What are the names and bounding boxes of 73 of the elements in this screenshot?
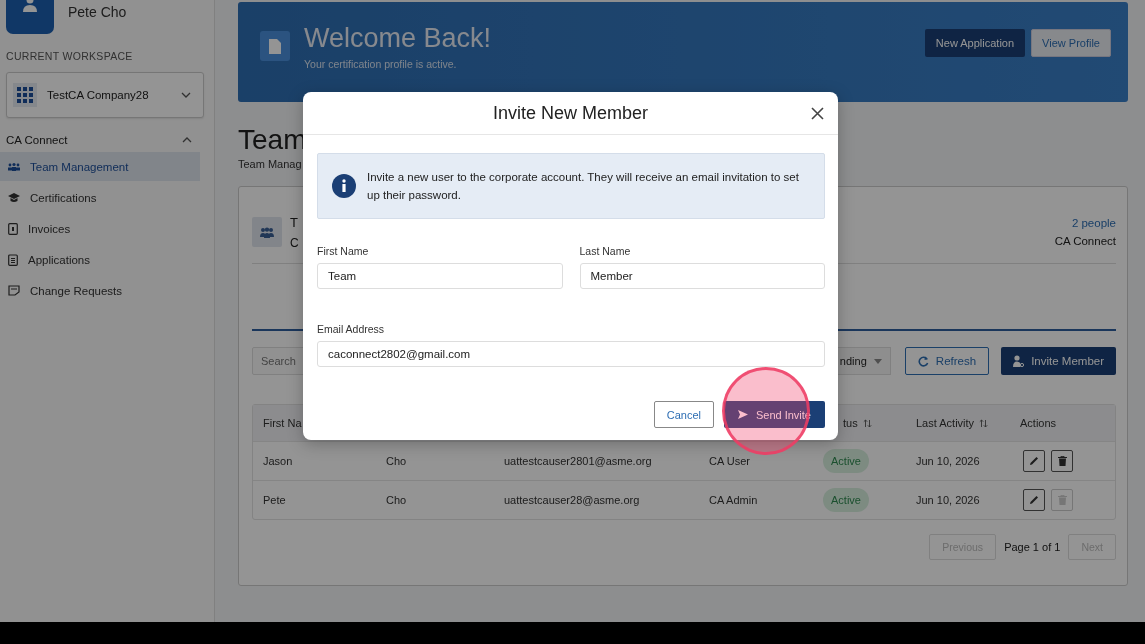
- grid-icon: [13, 83, 37, 107]
- add-user-icon: [1013, 355, 1025, 367]
- nav-item[interactable]: Certifications: [0, 183, 200, 212]
- table-cell-text: Cho: [385, 494, 408, 506]
- clipboard-icon: [8, 253, 18, 266]
- column-header[interactable]: Last Activity: [916, 417, 989, 429]
- document-icon: [8, 222, 18, 235]
- card-title: T: [290, 214, 299, 230]
- nav-item[interactable]: Team Management: [0, 152, 200, 181]
- person-icon: [23, 0, 37, 12]
- column-header[interactable]: First Na: [263, 417, 302, 429]
- info-icon: [332, 174, 356, 198]
- pencil-icon: [1029, 456, 1039, 466]
- status-badge: Active: [823, 488, 869, 512]
- sort-icon: [979, 418, 989, 428]
- workspace-label: CURRENT WORKSPACE: [6, 50, 134, 62]
- refresh-icon: [917, 355, 929, 367]
- table-cell-text: uattestcauser28@asme.org: [503, 494, 641, 506]
- table-cell-text: CA Admin: [708, 494, 759, 506]
- sort-icon: [862, 418, 872, 428]
- trash-icon: [1057, 456, 1067, 466]
- table-cell-text: CA User: [708, 455, 751, 467]
- trash-icon: [1057, 495, 1067, 505]
- delete-button[interactable]: [1051, 450, 1073, 472]
- toolbar-button[interactable]: Refresh: [904, 347, 990, 375]
- workspace-select[interactable]: TestCA Company28: [6, 72, 204, 118]
- banner-subtitle: Your certification profile is active.: [304, 57, 458, 70]
- chevron-down-icon: [181, 92, 191, 98]
- field-label: Last Name: [579, 245, 632, 257]
- people-icon: [8, 162, 20, 171]
- send-icon: [737, 410, 748, 419]
- close-icon: [811, 107, 824, 120]
- table-cell-text: Jason: [262, 455, 294, 467]
- nav-item[interactable]: Change Requests: [0, 276, 200, 305]
- input-field[interactable]: Member: [579, 263, 825, 289]
- pencil-icon: [1029, 495, 1039, 505]
- caret-icon: [873, 358, 882, 364]
- toolbar-button[interactable]: Invite Member: [1001, 347, 1116, 375]
- column-header[interactable]: Actions: [1020, 417, 1057, 429]
- card-subtitle: C: [290, 235, 300, 250]
- dialog-button[interactable]: Cancel: [653, 401, 714, 428]
- table-cell-text: Jun 10, 2026: [915, 494, 981, 506]
- banner-button[interactable]: New Application: [924, 29, 1026, 57]
- graduation-cap-icon: [8, 192, 20, 203]
- table-cell-text: Pete: [262, 494, 287, 506]
- table-cell-text: Cho: [385, 455, 408, 467]
- input-field[interactable]: caconnect2802@gmail.com: [317, 341, 825, 367]
- nav-item[interactable]: Applications: [0, 245, 200, 274]
- dialog-title: Invite New Member: [492, 102, 649, 124]
- note-icon: [8, 285, 20, 296]
- people-icon: [252, 217, 282, 247]
- input-field[interactable]: Team: [317, 263, 563, 289]
- banner-title: Welcome Back!: [304, 22, 492, 54]
- nav-section[interactable]: CA Connect: [6, 130, 192, 150]
- chevron-icon: [182, 137, 192, 143]
- member-count: 2 people: [1071, 217, 1116, 229]
- page-indicator: Page 1 of 1: [1004, 541, 1061, 553]
- edit-button[interactable]: [1023, 450, 1045, 472]
- status-badge: Active: [823, 449, 869, 473]
- banner-button[interactable]: View Profile: [1031, 29, 1111, 57]
- field-label: First Name: [317, 245, 370, 257]
- close-button[interactable]: [809, 105, 826, 122]
- info-message: Invite a new user to the corporate account. They will receive an email invitation to set up their password.: [367, 170, 800, 203]
- nav-item[interactable]: Invoices: [0, 214, 200, 243]
- field-label: Email Address: [317, 323, 386, 335]
- edit-button[interactable]: [1023, 489, 1045, 511]
- column-header[interactable]: tus: [843, 417, 872, 429]
- breadcrumb: Team Manag: [238, 158, 303, 170]
- table-cell-text: Jun 10, 2026: [915, 455, 981, 467]
- document-icon: [260, 31, 290, 61]
- organization-name: CA Connect: [1054, 235, 1116, 247]
- table-cell-text: uattestcauser2801@asme.org: [503, 455, 653, 467]
- user-name: Pete Cho: [68, 4, 127, 20]
